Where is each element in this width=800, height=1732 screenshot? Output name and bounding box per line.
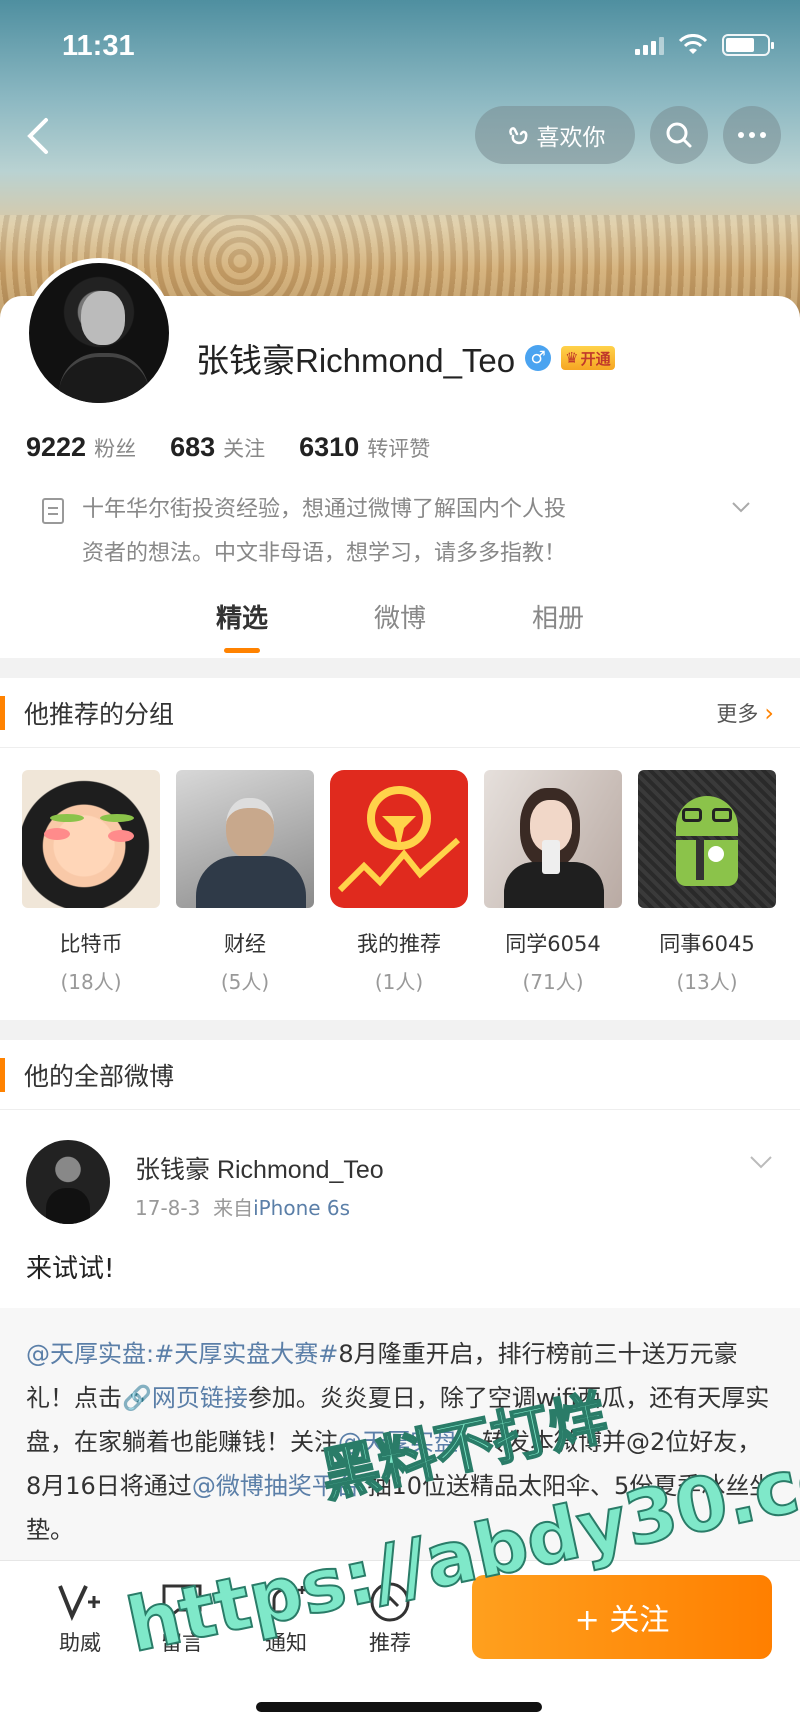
post-source[interactable]: iPhone 6s [253,1196,350,1220]
more-button[interactable] [723,106,781,164]
stat-fans[interactable]: 9222 粉丝 [26,432,136,463]
topic-link[interactable]: :#天厚实盘大赛# [146,1340,338,1368]
post-avatar[interactable] [26,1140,110,1224]
like-button[interactable]: 喜欢你 [475,106,635,164]
group-item[interactable]: 比特币 (18人) [22,770,160,995]
groups-section: 他推荐的分组 更多 › 比特币 (18人) 财经 (5人) 我的推荐 (1人) … [0,678,800,1020]
chevron-right-icon: › [764,698,774,727]
signal-icon [635,35,664,55]
battery-icon [722,34,774,56]
crown-icon: ♛ [565,349,579,367]
group-avatar [484,770,622,908]
stat-interactions[interactable]: 6310 转评赞 [299,432,430,463]
groups-title: 他推荐的分组 [24,699,175,729]
stat-following[interactable]: 683 关注 [170,432,265,463]
status-time: 11:31 [62,30,135,62]
document-icon [42,498,64,524]
web-link[interactable]: 🔗网页链接 [122,1384,248,1412]
mention-link[interactable]: @天厚实盘 [26,1340,146,1368]
search-icon [666,122,692,148]
group-item[interactable]: 同事6045 (13人) [638,770,776,995]
tab-weibo[interactable]: 微博 [340,598,460,635]
profile-page: 11:31 喜欢你 张钱豪Richmond_Teo ♂ ♛ 开通 9222 粉丝 6… [0,0,800,1732]
like-icon [508,127,527,145]
active-tab-indicator [224,648,260,653]
profile-bio[interactable]: 十年华尔街投资经验，想通过微博了解国内个人投 资者的想法。中文非母语，想学习，请多… [42,488,762,576]
group-item[interactable]: 我的推荐 (1人) [330,770,468,995]
more-icon [738,132,766,138]
male-icon: ♂ [525,345,552,371]
tab-album[interactable]: 相册 [498,598,618,635]
group-avatar [638,770,776,908]
post-text: 来试试! [26,1254,115,1284]
chevron-down-icon[interactable] [748,1152,774,1172]
group-avatar [330,770,468,908]
tab-featured[interactable]: 精选 [182,598,302,635]
group-avatar [22,770,160,908]
group-avatar [176,770,314,908]
weibo-section-header: 他的全部微博 [0,1040,800,1112]
group-item[interactable]: 同学6054 (71人) [484,770,622,995]
home-indicator[interactable] [256,1702,542,1712]
post-author[interactable]: 张钱豪 Richmond_Teo [135,1150,384,1186]
wifi-icon [678,34,708,54]
weibo-section-title: 他的全部微博 [24,1061,175,1091]
search-button[interactable] [650,106,708,164]
chevron-down-icon[interactable] [730,496,752,518]
profile-name: 张钱豪Richmond_Teo [196,342,516,379]
post-meta: 17-8-3 来自iPhone 6s [135,1196,351,1220]
profile-tabs: 精选 微博 相册 [0,598,800,658]
vip-badge[interactable]: ♛ 开通 [561,346,615,370]
back-icon[interactable] [18,112,58,160]
assist-button[interactable]: 助威 [40,1577,120,1657]
group-item[interactable]: 财经 (5人) [176,770,314,995]
more-groups-button[interactable]: 更多 › [716,698,774,728]
assist-icon [40,1577,120,1627]
avatar[interactable] [24,258,174,408]
profile-stats: 9222 粉丝 683 关注 6310 转评赞 [26,432,430,463]
status-bar: 11:31 [0,0,800,96]
